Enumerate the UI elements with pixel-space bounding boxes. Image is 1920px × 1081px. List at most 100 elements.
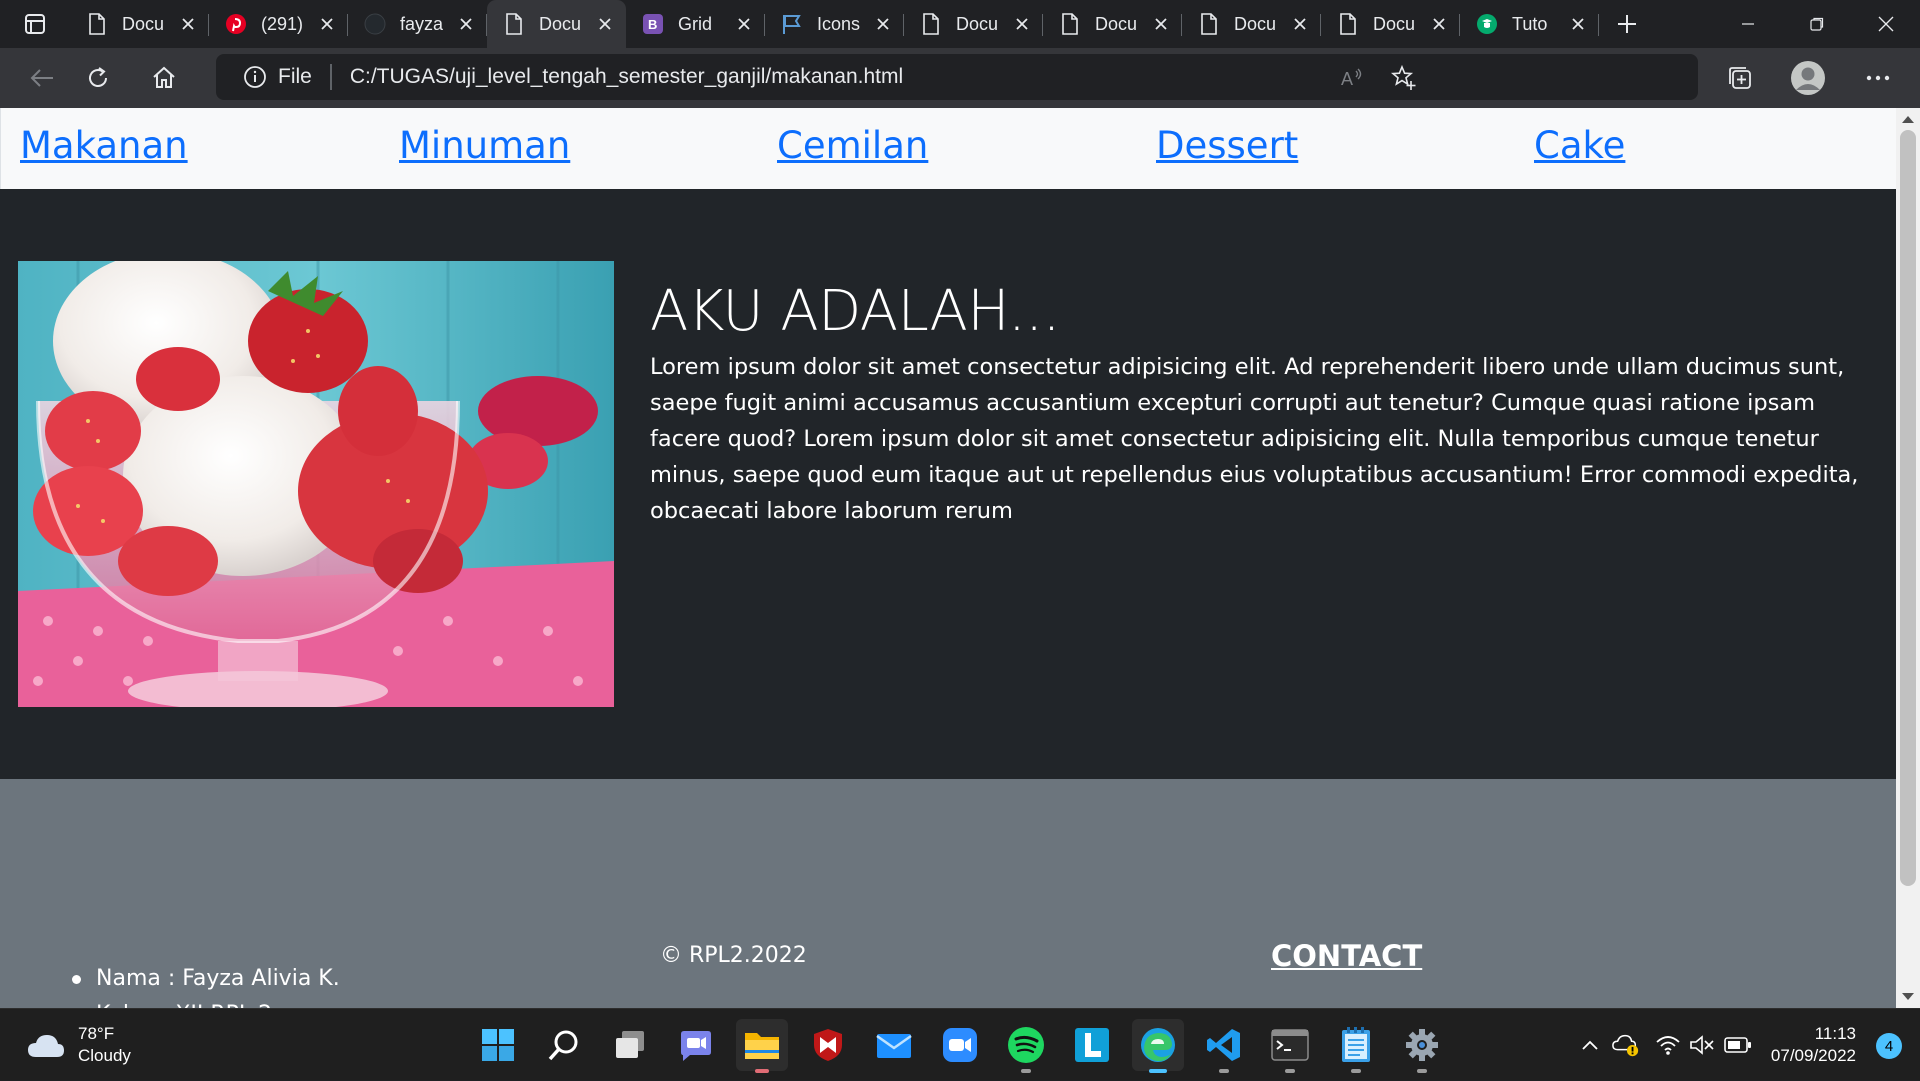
- tutorial-icon: [1476, 13, 1498, 35]
- task-view-icon: [616, 1031, 644, 1058]
- flag-icon: [781, 13, 803, 35]
- collections-button[interactable]: [1714, 52, 1766, 104]
- tab-10[interactable]: Tuto: [1460, 0, 1599, 48]
- start-button[interactable]: [472, 1019, 524, 1071]
- tab-title: Tuto: [1512, 13, 1548, 34]
- new-tab-button[interactable]: [1599, 0, 1655, 48]
- tab-2[interactable]: fayza: [348, 0, 487, 48]
- page-scrollbar[interactable]: [1896, 108, 1920, 1008]
- search-button[interactable]: [538, 1019, 590, 1071]
- weather-widget[interactable]: 78°F Cloudy: [26, 1023, 131, 1067]
- tab-strip: Docu (291) fayza Docu B Grid Icons Docu Docu Docu…: [0, 0, 1920, 48]
- document-icon: [503, 13, 525, 35]
- close-tab-icon[interactable]: [1011, 13, 1033, 35]
- minimize-button[interactable]: [1713, 0, 1782, 48]
- read-aloud-icon[interactable]: A: [1338, 64, 1366, 92]
- teams-chat-icon: [681, 1031, 711, 1061]
- clock[interactable]: 11:13 07/09/2022: [1771, 1023, 1856, 1067]
- url-text[interactable]: C:/TUGAS/uji_level_tengah_semester_ganji…: [350, 65, 903, 89]
- tab-title: Grid: [678, 13, 713, 34]
- hero-paragraph: Lorem ipsum dolor sit amet consectetur a…: [650, 354, 1859, 524]
- tab-3[interactable]: Docu: [487, 0, 626, 48]
- wifi-icon[interactable]: [1654, 1031, 1682, 1059]
- tab-6[interactable]: Docu: [904, 0, 1043, 48]
- nav-link-minuman[interactable]: Minuman: [399, 124, 570, 167]
- refresh-button[interactable]: [72, 52, 124, 104]
- scroll-down-arrow-icon[interactable]: [1902, 993, 1914, 1000]
- address-bar[interactable]: File C:/TUGAS/uji_level_tengah_semester_…: [216, 54, 1698, 100]
- tab-8[interactable]: Docu: [1182, 0, 1321, 48]
- nav-link-dessert[interactable]: Dessert: [1156, 124, 1298, 167]
- task-view-button[interactable]: [604, 1019, 656, 1071]
- mcafee-icon: [814, 1029, 842, 1061]
- battery-icon[interactable]: [1724, 1031, 1752, 1059]
- tab-title: Icons: [817, 13, 861, 34]
- tab-9[interactable]: Docu: [1321, 0, 1460, 48]
- close-tab-icon[interactable]: [1428, 13, 1450, 35]
- tab-0[interactable]: Docu: [70, 0, 209, 48]
- document-icon: [1337, 13, 1359, 35]
- terminal-icon: [1271, 1029, 1309, 1061]
- notification-badge[interactable]: 4: [1876, 1033, 1902, 1059]
- vscode-button[interactable]: [1198, 1019, 1250, 1073]
- restore-button[interactable]: [1782, 0, 1851, 48]
- back-button[interactable]: [16, 52, 68, 104]
- profile-button[interactable]: [1782, 52, 1834, 104]
- tab-7[interactable]: Docu: [1043, 0, 1182, 48]
- spotify-icon: [1008, 1027, 1044, 1063]
- scrollbar-thumb[interactable]: [1900, 130, 1916, 886]
- close-window-button[interactable]: [1851, 0, 1920, 48]
- contact-link[interactable]: CONTACT: [1271, 939, 1422, 973]
- onedrive-warning-icon[interactable]: [1612, 1031, 1640, 1059]
- running-indicator: [1021, 1069, 1031, 1073]
- home-button[interactable]: [138, 52, 190, 104]
- running-indicator: [1417, 1069, 1427, 1073]
- copyright-text: © RPL2.2022: [660, 943, 807, 968]
- refresh-icon: [89, 67, 107, 87]
- tab-1[interactable]: (291): [209, 0, 348, 48]
- site-info-icon[interactable]: [242, 64, 268, 90]
- terminal-button[interactable]: [1264, 1019, 1316, 1073]
- close-tab-icon[interactable]: [177, 13, 199, 35]
- weather-condition: Cloudy: [78, 1046, 131, 1065]
- chevron-up-icon[interactable]: [1576, 1031, 1604, 1059]
- notepad-button[interactable]: [1330, 1019, 1382, 1073]
- nav-link-cake[interactable]: Cake: [1534, 124, 1625, 167]
- mcafee-button[interactable]: [802, 1019, 854, 1071]
- settings-more-button[interactable]: [1852, 52, 1904, 104]
- nav-link-cemilan[interactable]: Cemilan: [777, 124, 928, 167]
- edge-button[interactable]: [1132, 1019, 1184, 1073]
- settings-button[interactable]: [1396, 1019, 1448, 1073]
- volume-muted-icon[interactable]: [1688, 1031, 1716, 1059]
- hero-title: AKU ADALAH...: [650, 279, 1060, 344]
- favorite-star-icon[interactable]: [1390, 64, 1418, 92]
- chat-button[interactable]: [670, 1019, 722, 1071]
- bootstrap-icon: B: [642, 13, 664, 35]
- pinterest-icon: [225, 13, 247, 35]
- mail-icon: [876, 1034, 912, 1058]
- file-explorer-button[interactable]: [736, 1019, 788, 1073]
- spotify-button[interactable]: [1000, 1019, 1052, 1073]
- tab-title: Docu: [1373, 13, 1416, 34]
- l-app-icon: [1075, 1028, 1109, 1062]
- l-app-button[interactable]: [1066, 1019, 1118, 1071]
- avatar: [1791, 61, 1825, 95]
- tab-actions-button[interactable]: [0, 0, 70, 48]
- nav-link-makanan[interactable]: Makanan: [20, 124, 188, 167]
- close-tab-icon[interactable]: [594, 13, 616, 35]
- close-tab-icon[interactable]: [1150, 13, 1172, 35]
- ice-cream-image: [18, 261, 614, 707]
- close-tab-icon[interactable]: [1567, 13, 1589, 35]
- zoom-button[interactable]: [934, 1019, 986, 1071]
- tab-4[interactable]: B Grid: [626, 0, 765, 48]
- tab-5[interactable]: Icons: [765, 0, 904, 48]
- close-tab-icon[interactable]: [733, 13, 755, 35]
- close-tab-icon[interactable]: [872, 13, 894, 35]
- scroll-up-arrow-icon[interactable]: [1902, 116, 1914, 123]
- mail-button[interactable]: [868, 1019, 920, 1071]
- tab-title: Docu: [956, 13, 999, 34]
- close-tab-icon[interactable]: [1289, 13, 1311, 35]
- list-item: Nama : Fayza Alivia K.: [70, 961, 340, 997]
- close-tab-icon[interactable]: [455, 13, 477, 35]
- close-tab-icon[interactable]: [316, 13, 338, 35]
